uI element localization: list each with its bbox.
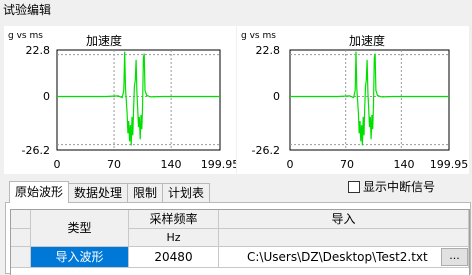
sample-rate-unit: Hz bbox=[129, 229, 219, 247]
col-header-import: 导入 bbox=[219, 210, 469, 229]
series-line-0 bbox=[57, 51, 220, 146]
plot-area bbox=[289, 49, 450, 151]
y-tick-min: -26.2 bbox=[22, 144, 50, 157]
chart-unit-label: g vs ms bbox=[8, 31, 43, 41]
show-interrupt-option[interactable]: 显示中断信号 bbox=[348, 178, 435, 195]
col-header-type: 类型 bbox=[31, 210, 129, 247]
x-tick-max: 199.95 bbox=[430, 158, 469, 171]
browse-button[interactable]: ... bbox=[441, 248, 468, 266]
cell-import-path[interactable]: C:\Users\DZ\Desktop\Test2.txt bbox=[219, 247, 469, 268]
x-tick-max: 199.95 bbox=[201, 158, 236, 171]
y-tick-min: -26.2 bbox=[252, 144, 280, 157]
row-header-corner-sub bbox=[11, 229, 31, 247]
acceleration-chart-left: g vs ms 加速度 22.8 0 -26.2 0 70 140 199.95 bbox=[4, 26, 236, 174]
x-tick-0: 0 bbox=[287, 158, 294, 171]
chart-unit-label: g vs ms bbox=[241, 31, 276, 41]
tab-content-panel: 类型 采样频率 导入 Hz 导入波形 20480 C:\Users\DZ\Des… bbox=[5, 202, 471, 275]
waveform-table: 类型 采样频率 导入 Hz 导入波形 20480 C:\Users\DZ\Des… bbox=[10, 209, 470, 275]
import-subheader bbox=[219, 229, 469, 247]
window-title: 试验编辑 bbox=[3, 3, 52, 17]
row-header-corner bbox=[11, 210, 31, 229]
tab-bar: 原始波形 数据处理 限制 计划表 bbox=[9, 181, 211, 203]
x-tick-140: 140 bbox=[394, 158, 415, 171]
cell-sample-rate[interactable]: 20480 bbox=[129, 247, 219, 268]
plot-frame bbox=[56, 49, 221, 151]
show-interrupt-checkbox[interactable] bbox=[348, 180, 360, 193]
x-tick-140: 140 bbox=[161, 158, 182, 171]
chart-svg-left: g vs ms 加速度 22.8 0 -26.2 0 70 140 199.95 bbox=[8, 31, 236, 171]
series-line-0 bbox=[290, 51, 449, 146]
tab-schedule[interactable]: 计划表 bbox=[162, 183, 211, 203]
chart-svg-right: g vs ms 加速度 22.8 0 -26.2 0 70 140 199.95 bbox=[241, 31, 469, 171]
plot-frame bbox=[289, 49, 450, 151]
x-tick-70: 70 bbox=[340, 158, 354, 171]
tab-data-processing[interactable]: 数据处理 bbox=[68, 183, 129, 203]
acceleration-chart-right: g vs ms 加速度 22.8 0 -26.2 0 70 140 199.95 bbox=[237, 26, 469, 174]
x-tick-70: 70 bbox=[107, 158, 121, 171]
cell-type[interactable]: 导入波形 bbox=[31, 247, 129, 268]
show-interrupt-label: 显示中断信号 bbox=[363, 180, 436, 194]
chart-title: 加速度 bbox=[86, 33, 122, 48]
y-tick-zero: 0 bbox=[43, 90, 50, 103]
tab-limits[interactable]: 限制 bbox=[127, 183, 164, 203]
y-tick-zero: 0 bbox=[273, 90, 280, 103]
col-header-sample-rate: 采样频率 bbox=[129, 210, 219, 229]
chart-title: 加速度 bbox=[349, 33, 385, 48]
row-header-1 bbox=[11, 247, 31, 268]
x-tick-0: 0 bbox=[54, 158, 61, 171]
plot-area bbox=[56, 49, 221, 151]
y-tick-max: 22.8 bbox=[256, 44, 281, 57]
y-tick-max: 22.8 bbox=[26, 44, 51, 57]
tab-raw-waveform[interactable]: 原始波形 bbox=[9, 181, 70, 203]
